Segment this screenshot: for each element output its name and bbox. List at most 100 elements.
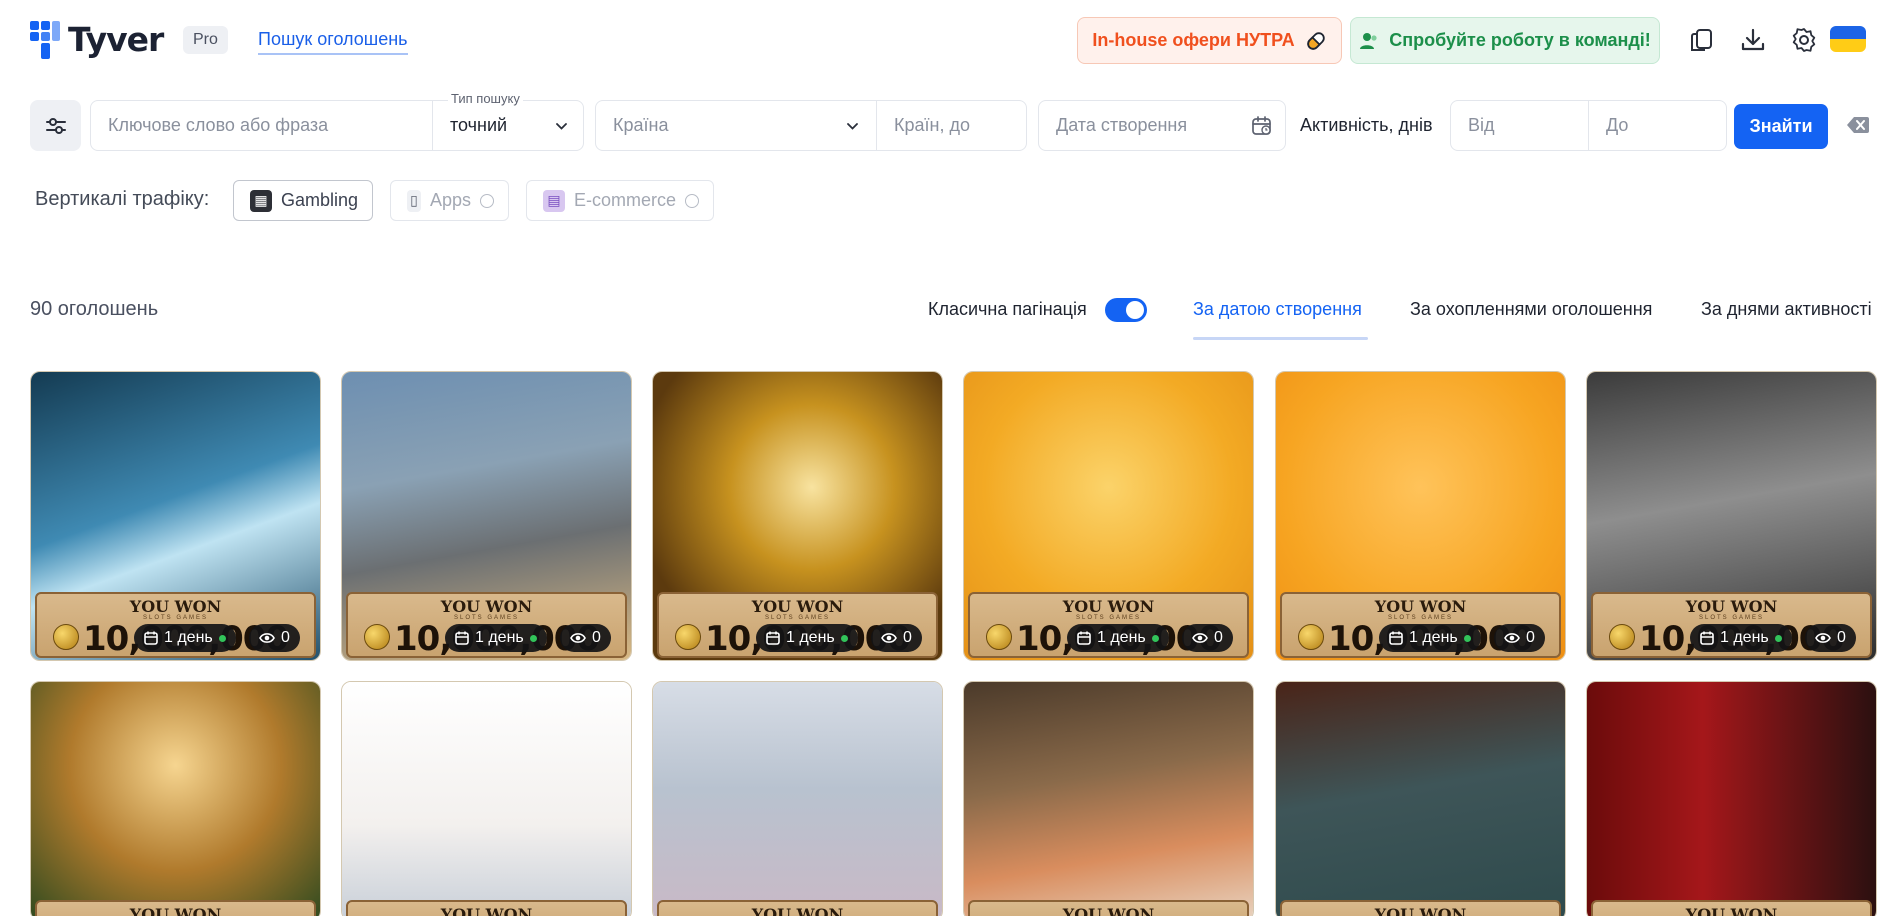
- ad-card[interactable]: YOU WONSLOTS GAMES10,000,0001 день0: [30, 371, 321, 661]
- try-team-button[interactable]: Спробуйте роботу в команді!: [1350, 17, 1660, 64]
- country-group: Країна Країн, до: [595, 100, 1027, 151]
- calendar-icon: [1700, 631, 1714, 645]
- slot-machine-icon: ▦: [250, 189, 272, 212]
- keyword-search-group: Ключове слово або фраза Тип пошуку точни…: [90, 91, 584, 151]
- active-days-value: 1 день: [1409, 629, 1458, 646]
- chevron-down-icon: [556, 123, 567, 130]
- ad-banner: YOU WON: [35, 900, 316, 916]
- ad-card[interactable]: YOU WONSLOTS GAMES10,000,0001 день0: [652, 371, 943, 661]
- sort-by-active-days[interactable]: За днями активності: [1701, 299, 1872, 320]
- banner-title: YOU WON: [129, 905, 222, 916]
- views-value: 0: [592, 629, 601, 646]
- brand-logo[interactable]: Tyver: [30, 20, 164, 59]
- nutra-offers-button[interactable]: In-house офери НУТРА: [1077, 17, 1342, 64]
- views-value: 0: [1837, 629, 1846, 646]
- views-badge: 0: [1805, 624, 1856, 652]
- banner-title: YOU WON: [1685, 597, 1778, 616]
- active-days-badge: 1 день: [1690, 624, 1792, 652]
- views-badge: 0: [1494, 624, 1545, 652]
- classic-pagination-toggle[interactable]: [1105, 298, 1147, 322]
- sort-by-reach[interactable]: За охопленнями оголошення: [1410, 299, 1652, 320]
- coin-icon: [1298, 624, 1324, 650]
- eye-icon: [1192, 633, 1208, 643]
- coin-icon: [1609, 624, 1635, 650]
- active-status-dot: [1774, 634, 1782, 642]
- ad-banner: YOU WON: [1591, 900, 1872, 916]
- coin-icon: [986, 624, 1012, 650]
- ad-banner: YOU WON: [1280, 900, 1561, 916]
- filters-toggle-button[interactable]: [30, 100, 81, 151]
- try-team-label: Спробуйте роботу в команді!: [1389, 30, 1651, 50]
- copy-icon[interactable]: [1688, 26, 1716, 54]
- pill-icon: [1306, 31, 1325, 50]
- top-header: Tyver Pro Пошук оголошень In-house офери…: [0, 0, 1903, 82]
- ad-card[interactable]: YOU WON: [341, 681, 632, 916]
- banner-title: YOU WON: [751, 597, 844, 616]
- views-badge: 0: [560, 624, 611, 652]
- ad-creative-image: [342, 682, 631, 916]
- activity-to-input[interactable]: До: [1589, 101, 1726, 150]
- banner-title: YOU WON: [1685, 905, 1778, 916]
- calendar-icon: [455, 631, 469, 645]
- active-days-badge: 1 день: [134, 624, 236, 652]
- ad-creative-image: [1276, 682, 1565, 916]
- calendar-icon[interactable]: [1251, 115, 1273, 137]
- ukraine-flag-icon[interactable]: [1830, 26, 1866, 52]
- banner-title: YOU WON: [1374, 597, 1467, 616]
- nav-link-ad-search[interactable]: Пошук оголошень: [258, 29, 408, 55]
- coin-icon: [675, 624, 701, 650]
- ad-card[interactable]: YOU WONSLOTS GAMES10,000,0001 день0: [1586, 371, 1877, 661]
- ad-card[interactable]: YOU WON: [1275, 681, 1566, 916]
- logo-mark-icon: [30, 20, 60, 59]
- views-badge: 0: [1182, 624, 1233, 652]
- calendar-icon: [144, 631, 158, 645]
- activity-range-group: Від До: [1450, 100, 1727, 151]
- vertical-label: Gambling: [281, 190, 359, 210]
- ad-card[interactable]: YOU WONSLOTS GAMES10,000,0001 день0: [341, 371, 632, 661]
- clear-search-icon[interactable]: [1846, 115, 1870, 135]
- views-value: 0: [1214, 629, 1223, 646]
- banner-title: YOU WON: [1374, 905, 1467, 916]
- ad-banner: YOU WON: [968, 900, 1249, 916]
- created-date-input[interactable]: Дата створення: [1039, 101, 1285, 150]
- calendar-icon: [1077, 631, 1091, 645]
- views-badge: 0: [871, 624, 922, 652]
- ad-card[interactable]: YOU WON: [30, 681, 321, 916]
- phone-icon: ▯: [407, 189, 421, 212]
- ad-card[interactable]: YOU WON: [963, 681, 1254, 916]
- ad-card[interactable]: YOU WON: [1586, 681, 1877, 916]
- ad-card[interactable]: YOU WONSLOTS GAMES10,000,0001 день0: [1275, 371, 1566, 661]
- nutra-offers-label: In-house офери НУТРА: [1092, 30, 1295, 50]
- users-icon: [1360, 32, 1377, 49]
- chevron-down-icon: [847, 123, 858, 130]
- ad-banner: YOU WON: [346, 900, 627, 916]
- sort-by-created-date[interactable]: За датою створення: [1193, 299, 1362, 320]
- banner-title: YOU WON: [751, 905, 844, 916]
- ad-card[interactable]: YOU WON: [652, 681, 943, 916]
- activity-from-input[interactable]: Від: [1451, 101, 1587, 150]
- settings-icon[interactable]: [1790, 26, 1818, 54]
- ad-card[interactable]: YOU WONSLOTS GAMES10,000,0001 день0: [963, 371, 1254, 661]
- plan-badge: Pro: [183, 26, 228, 54]
- download-icon[interactable]: [1739, 26, 1767, 54]
- vertical-chip-ecommerce[interactable]: ▤ E-commerce: [526, 180, 715, 221]
- active-status-dot: [1463, 634, 1471, 642]
- keyword-input[interactable]: Ключове слово або фраза: [91, 101, 431, 150]
- active-days-badge: 1 день: [1379, 624, 1481, 652]
- vertical-chip-gambling[interactable]: ▦ Gambling: [233, 180, 374, 221]
- country-select[interactable]: Країна: [596, 101, 876, 150]
- ad-creative-image: [653, 682, 942, 916]
- eye-icon: [881, 633, 897, 643]
- active-days-value: 1 день: [1097, 629, 1146, 646]
- ad-creative-image: [31, 682, 320, 916]
- countries-to-input[interactable]: Країн, до: [877, 101, 1027, 150]
- calendar-icon: [1389, 631, 1403, 645]
- vertical-chip-apps[interactable]: ▯ Apps: [390, 180, 510, 221]
- active-days-value: 1 день: [786, 629, 835, 646]
- find-button[interactable]: Знайти: [1734, 104, 1828, 149]
- active-days-value: 1 день: [1720, 629, 1769, 646]
- eye-icon: [570, 633, 586, 643]
- vertical-label: Apps: [430, 190, 472, 210]
- active-days-value: 1 день: [475, 629, 524, 646]
- clock-icon: [480, 193, 495, 208]
